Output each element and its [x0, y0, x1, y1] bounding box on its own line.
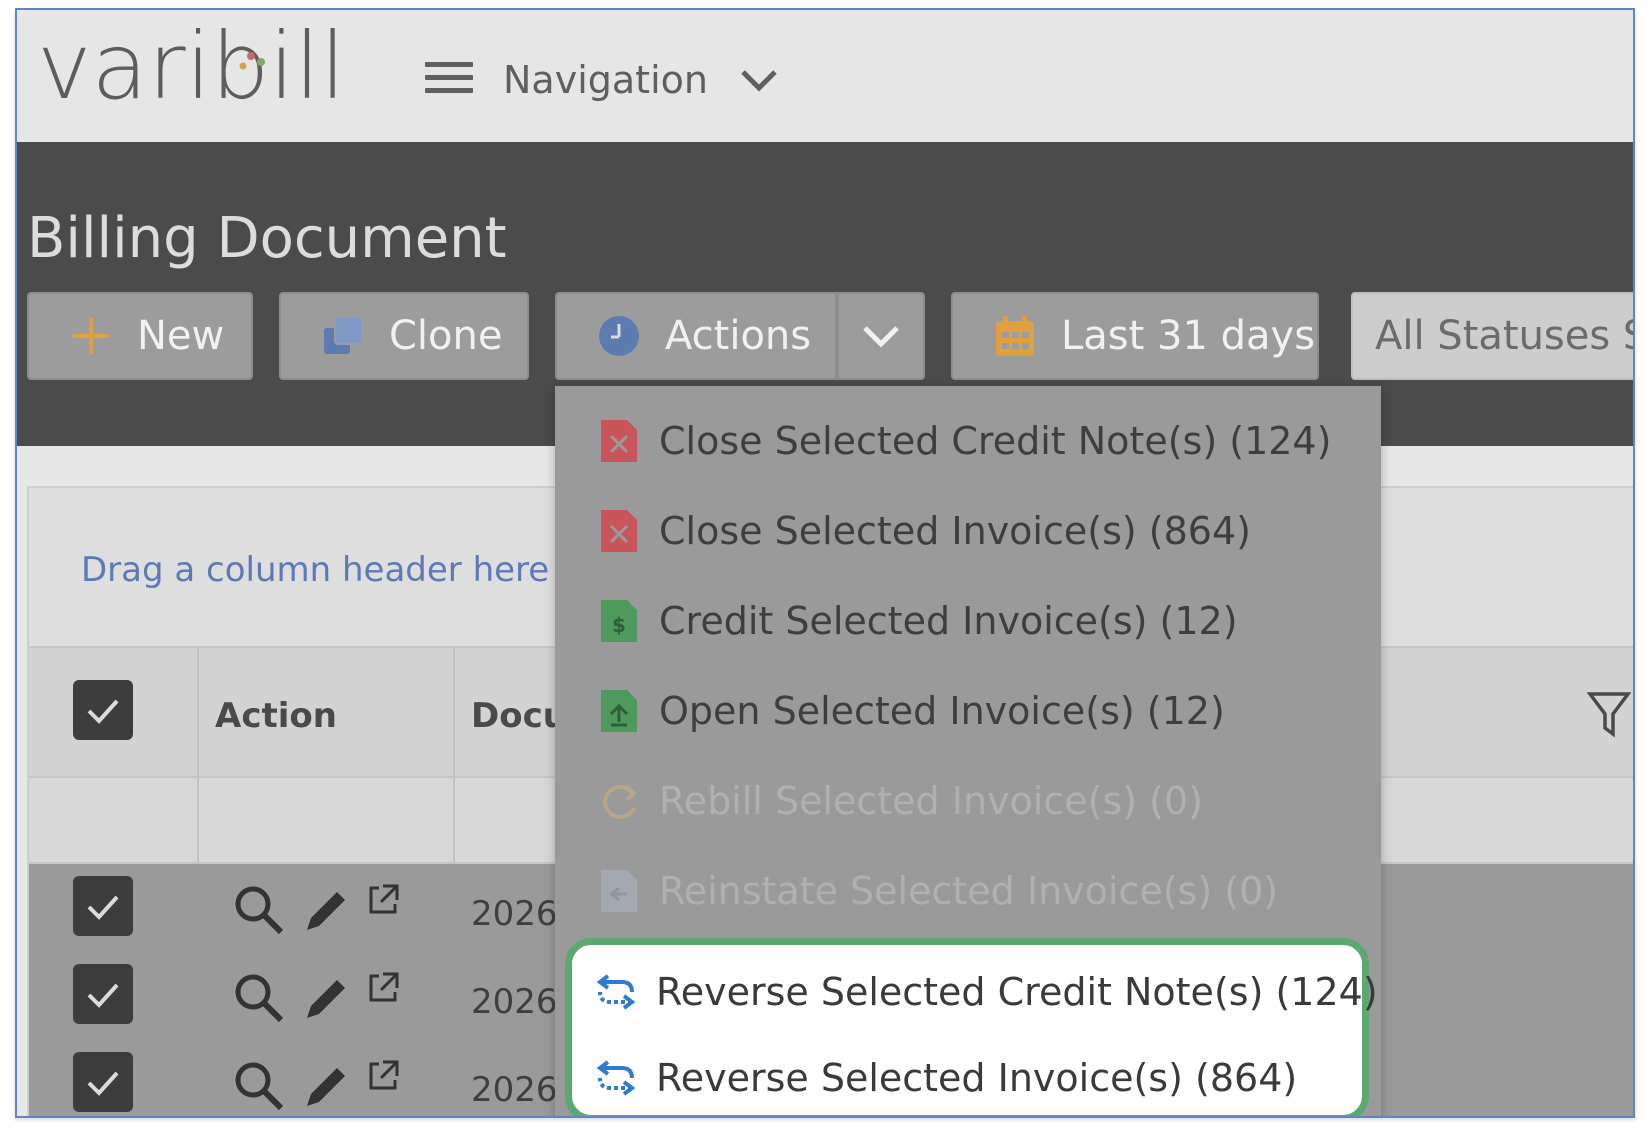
menu-item-label: Reinstate Selected Invoice(s) (0) — [659, 869, 1279, 913]
select-all-checkbox[interactable] — [73, 680, 133, 740]
column-divider — [197, 646, 199, 864]
chevron-down-icon — [863, 326, 899, 348]
column-header-action[interactable]: Action — [215, 696, 337, 736]
app-logo[interactable]: vari b ill — [37, 13, 347, 129]
search-icon[interactable] — [231, 1058, 287, 1114]
new-button-label: New — [137, 313, 225, 359]
checkmark-icon — [87, 1071, 119, 1096]
search-icon[interactable] — [231, 970, 287, 1026]
search-icon[interactable] — [231, 882, 287, 938]
document-upload-icon — [601, 690, 637, 732]
filter-icon[interactable] — [1587, 690, 1631, 740]
row-action-icons — [231, 882, 401, 938]
menu-item-label: Reverse Selected Credit Note(s) (124) — [656, 970, 1378, 1014]
plus-icon — [73, 318, 109, 354]
actions-button[interactable]: Actions — [555, 292, 837, 380]
checkmark-icon — [87, 983, 119, 1008]
menu-item-credit-invoices[interactable]: $ Credit Selected Invoice(s) (12) — [555, 576, 1381, 666]
column-divider — [453, 646, 455, 864]
document-close-icon — [601, 510, 637, 552]
status-filter-dropdown[interactable]: All Statuses Se — [1351, 292, 1633, 380]
external-link-icon[interactable] — [365, 882, 401, 918]
pencil-icon[interactable] — [299, 882, 355, 938]
clock-icon — [599, 316, 639, 356]
row-checkbox[interactable] — [73, 964, 133, 1024]
menu-item-label: Close Selected Invoice(s) (864) — [659, 509, 1251, 553]
menu-item-close-invoices[interactable]: Close Selected Invoice(s) (864) — [555, 486, 1381, 576]
menu-item-reverse-credit-notes[interactable]: Reverse Selected Credit Note(s) (124) — [572, 949, 1378, 1035]
menu-item-open-invoices[interactable]: Open Selected Invoice(s) (12) — [555, 666, 1381, 756]
pencil-icon[interactable] — [299, 970, 355, 1026]
group-by-hint: Drag a column header here to — [81, 550, 595, 590]
highlighted-reverse-actions: Reverse Selected Credit Note(s) (124) Re… — [565, 938, 1378, 1116]
clone-button-label: Clone — [389, 313, 503, 359]
row-action-icons — [231, 1058, 401, 1114]
row-checkbox[interactable] — [73, 876, 133, 936]
document-dollar-icon: $ — [601, 600, 637, 642]
menu-item-label: Reverse Selected Invoice(s) (864) — [656, 1056, 1298, 1100]
svg-text:$: $ — [612, 613, 626, 637]
menu-item-label: Rebill Selected Invoice(s) (0) — [659, 779, 1203, 823]
date-range-button[interactable]: Last 31 days — [951, 292, 1319, 380]
checkmark-icon — [87, 699, 119, 724]
status-filter-label: All Statuses Se — [1375, 313, 1633, 359]
actions-button-label: Actions — [665, 313, 812, 359]
calendar-icon — [996, 316, 1034, 356]
external-link-icon[interactable] — [365, 1058, 401, 1094]
chevron-down-icon[interactable] — [737, 62, 781, 98]
svg-text:b: b — [211, 24, 269, 114]
row-checkbox[interactable] — [73, 1052, 133, 1112]
clone-icon — [324, 316, 363, 354]
menu-item-label: Open Selected Invoice(s) (12) — [659, 689, 1225, 733]
new-button[interactable]: New — [27, 292, 253, 380]
date-range-label: Last 31 days — [1061, 313, 1316, 359]
svg-text:vari: vari — [37, 24, 211, 114]
menu-item-reinstate-invoices: Reinstate Selected Invoice(s) (0) — [555, 846, 1381, 936]
actions-dropdown-toggle[interactable] — [837, 292, 925, 380]
menu-item-rebill-invoices: Rebill Selected Invoice(s) (0) — [555, 756, 1381, 846]
document-close-icon — [601, 420, 637, 462]
external-link-icon[interactable] — [365, 970, 401, 1006]
navigation-menu-label[interactable]: Navigation — [503, 58, 708, 102]
reverse-icon — [596, 1060, 636, 1096]
hamburger-menu-icon[interactable] — [425, 62, 473, 98]
menu-item-label: Credit Selected Invoice(s) (12) — [659, 599, 1238, 643]
varibill-logo-icon: vari b ill — [37, 13, 346, 120]
app-window: vari b ill Navigation Billing Document N… — [15, 8, 1635, 1118]
svg-text:ill: ill — [269, 24, 346, 114]
refresh-icon — [603, 784, 638, 819]
clone-button[interactable]: Clone — [279, 292, 529, 380]
reverse-icon — [596, 974, 636, 1010]
page-title: Billing Document — [27, 206, 507, 271]
menu-item-close-credit-notes[interactable]: Close Selected Credit Note(s) (124) — [555, 396, 1381, 486]
document-undo-icon — [601, 870, 637, 912]
menu-item-reverse-invoices[interactable]: Reverse Selected Invoice(s) (864) — [572, 1035, 1362, 1116]
pencil-icon[interactable] — [299, 1058, 355, 1114]
checkmark-icon — [87, 895, 119, 920]
menu-item-label: Close Selected Credit Note(s) (124) — [659, 419, 1332, 463]
row-action-icons — [231, 970, 401, 1026]
